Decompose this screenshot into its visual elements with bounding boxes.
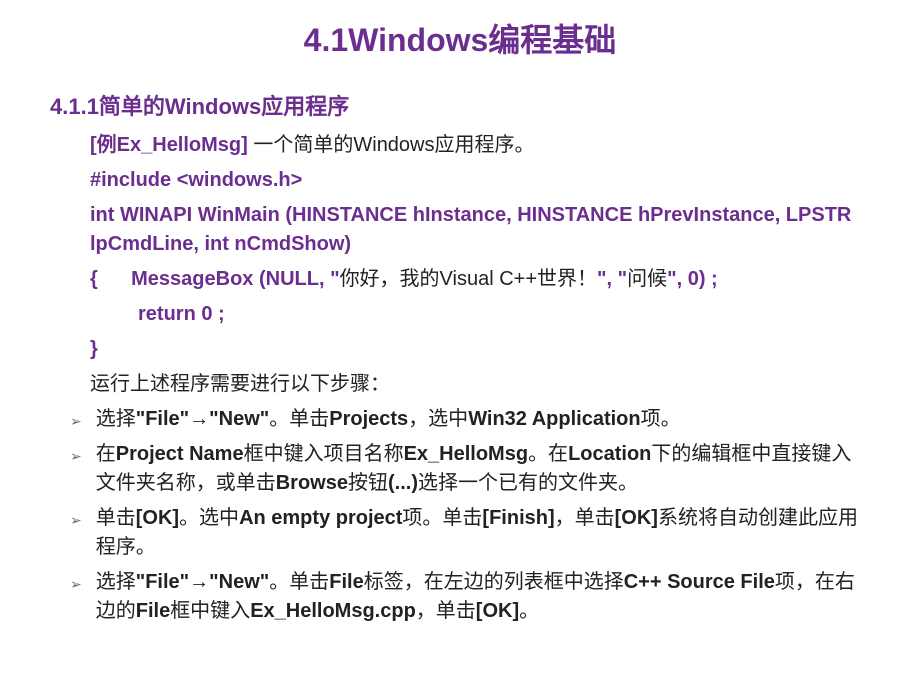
bold-text: Location bbox=[568, 443, 651, 465]
bold-text: [Finish] bbox=[482, 507, 554, 529]
bold-text: Browse bbox=[276, 472, 348, 494]
arrow-icon: → bbox=[189, 571, 209, 593]
plain-text: 项。 bbox=[641, 408, 681, 430]
plain-text: 选择 bbox=[96, 408, 136, 430]
msgbox-end: ", 0) ; bbox=[667, 268, 718, 290]
step-item: ➢选择"File"→"New"。单击File标签，在左边的列表框中选择C++ S… bbox=[90, 568, 870, 626]
code-return: return 0 ; bbox=[90, 300, 870, 329]
bold-text: "File" bbox=[136, 571, 189, 593]
steps-intro: 运行上述程序需要进行以下步骤： bbox=[90, 370, 870, 399]
msgbox-text: 你好，我的Visual C++世界！ bbox=[340, 268, 597, 290]
bullet-icon: ➢ bbox=[70, 574, 82, 594]
step-text: 单击[OK]。选中An empty project项。单击[Finish]，单击… bbox=[96, 504, 870, 562]
brace-close: } bbox=[90, 335, 870, 364]
msgbox-pre: MessageBox (NULL, " bbox=[131, 268, 339, 290]
bold-text: Project Name bbox=[116, 443, 244, 465]
step-text: 选择"File"→"New"。单击File标签，在左边的列表框中选择C++ So… bbox=[96, 568, 870, 626]
bold-text: [OK] bbox=[136, 507, 179, 529]
page-title: 4.1Windows编程基础 bbox=[50, 15, 870, 61]
msgbox-caption: 问候 bbox=[627, 268, 667, 290]
bold-text: (...) bbox=[388, 472, 418, 494]
step-text: 选择"File"→"New"。单击Projects，选中Win32 Applic… bbox=[96, 405, 870, 434]
plain-text: 。单击 bbox=[269, 571, 329, 593]
plain-text: 标签，在左边的列表框中选择 bbox=[364, 571, 624, 593]
bold-text: "New" bbox=[209, 408, 269, 430]
code-body: { MessageBox (NULL, "你好，我的Visual C++世界！"… bbox=[90, 265, 870, 294]
bold-text: An empty project bbox=[239, 507, 402, 529]
code-include: #include <windows.h> bbox=[90, 166, 870, 195]
example-desc: 一个简单的Windows应用程序。 bbox=[248, 134, 535, 156]
bold-text: Ex_HelloMsg bbox=[404, 443, 528, 465]
bold-text: [OK] bbox=[615, 507, 658, 529]
plain-text: 框中键入项目名称 bbox=[244, 443, 404, 465]
bold-text: Projects bbox=[329, 408, 408, 430]
bold-text: Ex_HelloMsg.cpp bbox=[250, 600, 416, 622]
step-item: ➢单击[OK]。选中An empty project项。单击[Finish]，单… bbox=[90, 504, 870, 562]
code-winmain: int WINAPI WinMain (HINSTANCE hInstance,… bbox=[90, 201, 870, 259]
plain-text: 。 bbox=[519, 600, 539, 622]
bullet-icon: ➢ bbox=[70, 510, 82, 530]
arrow-icon: → bbox=[189, 408, 209, 430]
plain-text: 选择一个已有的文件夹。 bbox=[418, 472, 638, 494]
plain-text: 单击 bbox=[96, 507, 136, 529]
content-block: [例Ex_HelloMsg] 一个简单的Windows应用程序。 #includ… bbox=[50, 131, 870, 626]
msgbox-post: ", " bbox=[597, 268, 627, 290]
bold-text: "New" bbox=[209, 571, 269, 593]
plain-text: 选择 bbox=[96, 571, 136, 593]
plain-text: 。在 bbox=[528, 443, 568, 465]
plain-text: 按钮 bbox=[348, 472, 388, 494]
plain-text: ，选中 bbox=[408, 408, 468, 430]
bold-text: [OK] bbox=[476, 600, 519, 622]
plain-text: 。选中 bbox=[179, 507, 239, 529]
steps-list: ➢选择"File"→"New"。单击Projects，选中Win32 Appli… bbox=[90, 405, 870, 626]
plain-text: ，单击 bbox=[555, 507, 615, 529]
bold-text: Win32 Application bbox=[468, 408, 640, 430]
bold-text: "File" bbox=[136, 408, 189, 430]
step-text: 在Project Name框中键入项目名称Ex_HelloMsg。在Locati… bbox=[96, 440, 870, 498]
plain-text: ，单击 bbox=[416, 600, 476, 622]
example-line: [例Ex_HelloMsg] 一个简单的Windows应用程序。 bbox=[90, 131, 870, 160]
plain-text: 项。单击 bbox=[402, 507, 482, 529]
bullet-icon: ➢ bbox=[70, 446, 82, 466]
step-item: ➢在Project Name框中键入项目名称Ex_HelloMsg。在Locat… bbox=[90, 440, 870, 498]
bold-text: File bbox=[329, 571, 363, 593]
bullet-icon: ➢ bbox=[70, 411, 82, 431]
plain-text: 在 bbox=[96, 443, 116, 465]
bold-text: File bbox=[136, 600, 170, 622]
plain-text: 框中键入 bbox=[170, 600, 250, 622]
plain-text: 。单击 bbox=[269, 408, 329, 430]
bold-text: C++ Source File bbox=[624, 571, 775, 593]
section-heading: 4.1.1简单的Windows应用程序 bbox=[50, 89, 870, 121]
brace-open: { bbox=[90, 268, 98, 290]
step-item: ➢选择"File"→"New"。单击Projects，选中Win32 Appli… bbox=[90, 405, 870, 434]
example-label: [例Ex_HelloMsg] bbox=[90, 134, 248, 156]
